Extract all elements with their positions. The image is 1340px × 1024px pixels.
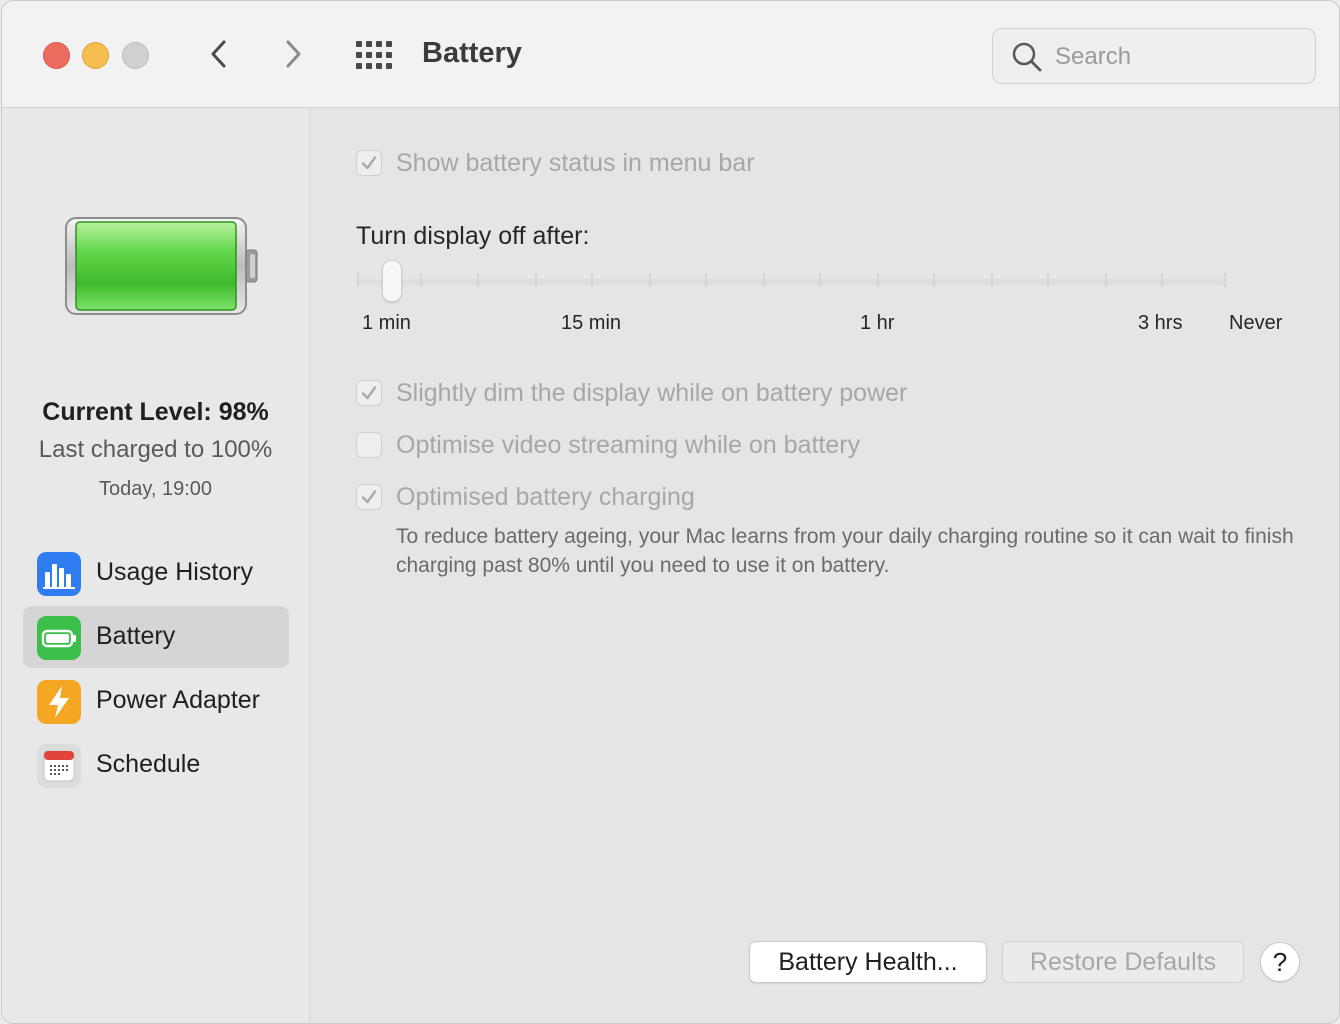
minimize-button[interactable] xyxy=(82,42,109,69)
slider-tick xyxy=(649,273,651,287)
slider-tick xyxy=(763,273,765,287)
checkmark-icon xyxy=(361,386,377,400)
show-status-label: Show battery status in menu bar xyxy=(396,149,755,177)
tick-label: Never xyxy=(1229,312,1283,334)
sidebar-item-usage-history[interactable]: Usage History xyxy=(23,542,289,604)
optimised-charging-checkbox[interactable] xyxy=(356,484,382,510)
slider-tick xyxy=(1161,273,1163,287)
dim-display-checkbox[interactable] xyxy=(356,380,382,406)
preferences-window: Battery Search Current Level: 98% Last c… xyxy=(1,0,1340,1024)
sidebar-item-label: Usage History xyxy=(96,558,253,586)
slider-tick xyxy=(477,273,479,287)
slider-tick xyxy=(1224,273,1226,287)
slider-knob[interactable] xyxy=(382,260,402,302)
usage-history-icon xyxy=(37,552,81,596)
tick-label: 3 hrs xyxy=(1138,312,1183,334)
battery-health-button[interactable]: Battery Health... xyxy=(749,941,987,983)
sidebar-item-power-adapter[interactable]: Power Adapter xyxy=(23,670,289,732)
forward-button[interactable] xyxy=(276,37,310,71)
current-level: Current Level: 98% xyxy=(42,398,269,426)
slider-track[interactable] xyxy=(356,279,1226,285)
optimise-video-label: Optimise video streaming while on batter… xyxy=(396,431,861,459)
battery-icon xyxy=(37,616,81,660)
chevron-right-icon xyxy=(286,40,301,68)
slider-tick xyxy=(535,273,537,287)
sidebar-item-label: Schedule xyxy=(96,750,201,778)
checkmark-icon xyxy=(361,490,377,504)
title-bar: Battery Search xyxy=(2,1,1339,108)
show-all-grid-icon[interactable] xyxy=(356,41,392,69)
chevron-left-icon xyxy=(211,40,226,68)
back-button[interactable] xyxy=(202,37,236,71)
last-charged-time: Today, 19:00 xyxy=(98,478,213,500)
sidebar-item-schedule[interactable]: Schedule xyxy=(23,734,289,796)
search-icon xyxy=(1012,42,1042,72)
slider-tick xyxy=(991,273,993,287)
last-charged: Last charged to 100% xyxy=(38,436,273,463)
zoom-button[interactable] xyxy=(122,42,149,69)
tick-label: 1 min xyxy=(362,312,411,334)
slider-tick xyxy=(877,273,879,287)
optimised-charging-label: Optimised battery charging xyxy=(396,483,695,511)
slider-tick xyxy=(420,273,422,287)
slider-tick xyxy=(1047,273,1049,287)
slider-tick xyxy=(705,273,707,287)
schedule-icon xyxy=(37,744,81,788)
show-status-checkbox[interactable] xyxy=(356,150,382,176)
search-placeholder: Search xyxy=(1055,43,1132,70)
sidebar-item-battery[interactable]: Battery xyxy=(23,606,289,668)
battery-level-icon xyxy=(65,217,258,315)
optimise-video-checkbox[interactable] xyxy=(356,432,382,458)
search-field[interactable]: Search xyxy=(992,28,1316,84)
tick-label: 15 min xyxy=(561,312,622,334)
window-title: Battery xyxy=(422,37,522,69)
slider-tick xyxy=(591,273,593,287)
sidebar-item-label: Power Adapter xyxy=(96,686,260,714)
tick-label: 1 hr xyxy=(860,312,895,334)
power-adapter-icon xyxy=(37,680,81,724)
slider-tick xyxy=(933,273,935,287)
sidebar-item-label: Battery xyxy=(96,622,176,650)
restore-defaults-button[interactable]: Restore Defaults xyxy=(1002,941,1244,983)
help-button[interactable]: ? xyxy=(1260,942,1300,982)
display-off-label: Turn display off after: xyxy=(356,222,590,250)
close-button[interactable] xyxy=(43,42,70,69)
optimised-charging-description: To reduce battery ageing, your Mac learn… xyxy=(396,525,1294,577)
slider-tick xyxy=(357,273,359,287)
checkmark-icon xyxy=(361,156,377,170)
dim-display-label: Slightly dim the display while on batter… xyxy=(396,379,908,407)
slider-tick xyxy=(1105,273,1107,287)
battery-settings-pane: Show battery status in menu bar Turn dis… xyxy=(310,108,1339,1023)
sidebar: Current Level: 98% Last charged to 100% … xyxy=(2,108,310,1023)
slider-tick xyxy=(819,273,821,287)
